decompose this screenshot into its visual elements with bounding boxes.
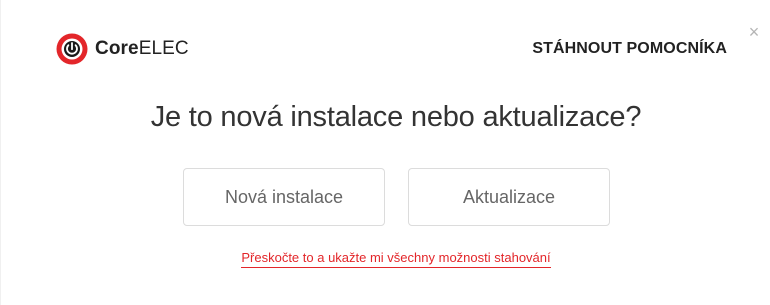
skip-to-all-downloads-container: Přeskočte to a ukažte mi všechny možnost… bbox=[1, 250, 770, 268]
update-button[interactable]: Aktualizace bbox=[408, 168, 610, 226]
install-type-question: Je to nová instalace nebo aktualizace? bbox=[150, 101, 642, 133]
new-install-button[interactable]: Nová instalace bbox=[183, 168, 385, 226]
skip-to-all-downloads-link[interactable]: Přeskočte to a ukažte mi všechny možnost… bbox=[241, 250, 551, 268]
install-wizard-dialog: CoreELEC STÁHNOUT POMOCNÍKA × Je to nová… bbox=[0, 0, 770, 305]
corelec-power-logo-icon bbox=[55, 32, 89, 66]
brand-logo[interactable]: CoreELEC bbox=[55, 32, 189, 66]
brand-name: CoreELEC bbox=[95, 38, 189, 60]
brand-name-elec: ELEC bbox=[138, 38, 189, 59]
brand-name-core: Core bbox=[95, 38, 139, 59]
close-icon[interactable]: × bbox=[746, 23, 762, 41]
download-helper-link[interactable]: STÁHNOUT POMOCNÍKA bbox=[532, 40, 727, 58]
